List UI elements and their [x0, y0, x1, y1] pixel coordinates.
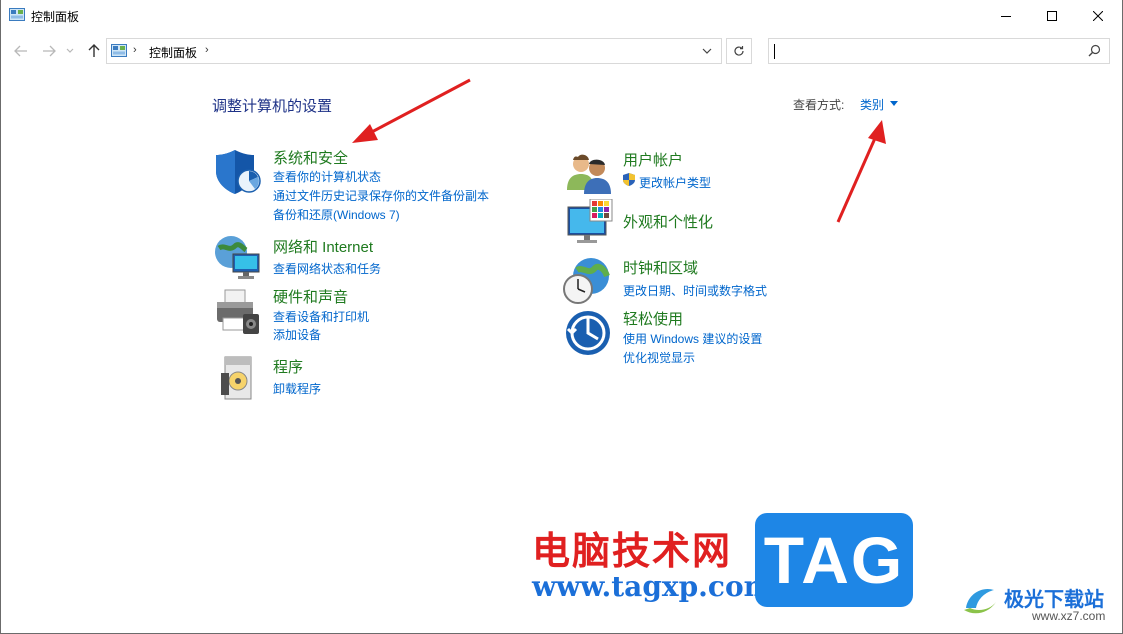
watermark-site-name: 极光下载站	[1004, 589, 1104, 611]
annotation-arrow	[352, 78, 471, 143]
watermark-chinese: 电脑技术网	[532, 531, 733, 573]
watermark-tag-logo: TAG	[755, 513, 913, 607]
watermark-url: www.tagxp.com	[532, 570, 774, 603]
watermark-site-url: www.xz7.com	[1032, 609, 1106, 623]
window-border	[0, 0, 1, 634]
annotation-arrow	[836, 120, 886, 223]
site-logo-icon	[964, 588, 996, 614]
